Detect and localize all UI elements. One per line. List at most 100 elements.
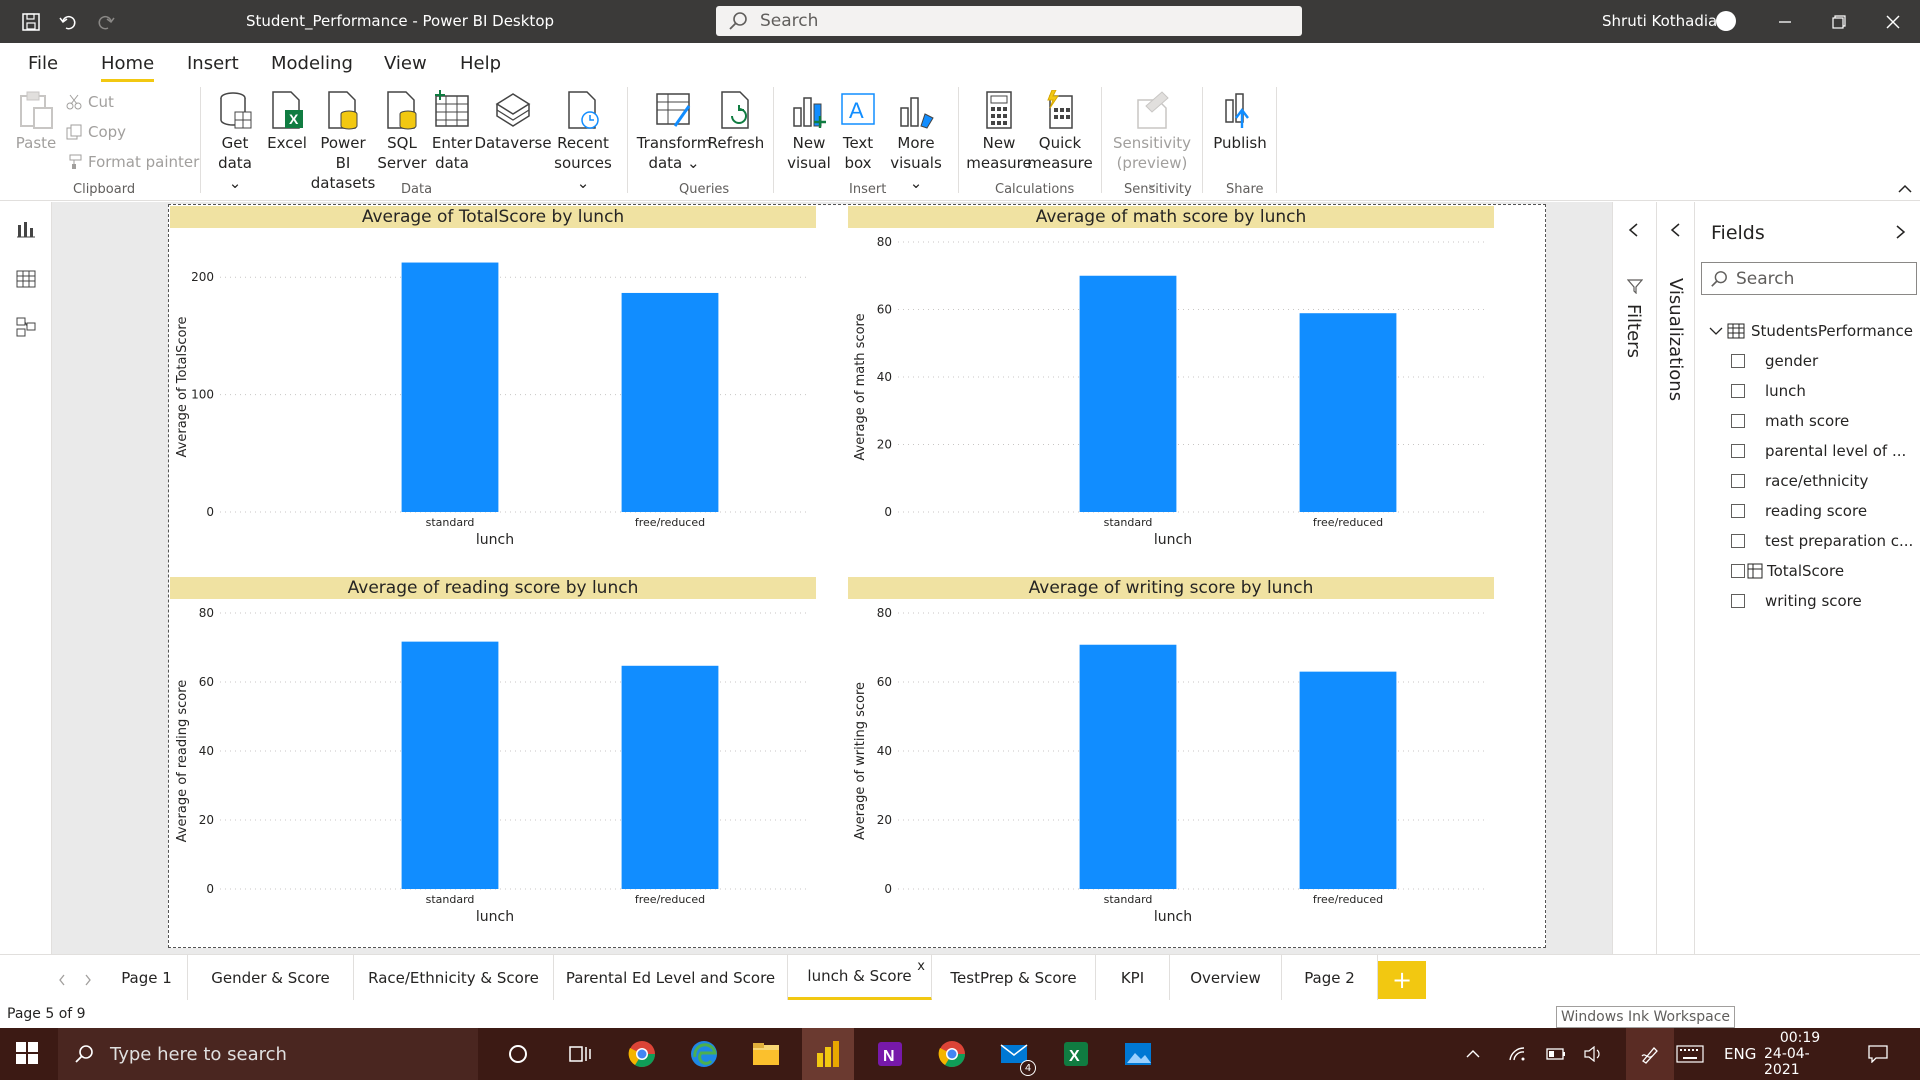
collapse-filters-icon[interactable] — [1627, 222, 1639, 242]
onenote-icon[interactable]: N — [874, 1038, 906, 1070]
field-lunch[interactable]: lunch — [1731, 382, 1806, 400]
field-checkbox[interactable] — [1731, 414, 1745, 428]
page-tab[interactable]: KPI — [1096, 955, 1170, 1001]
scroll-right-icon[interactable] — [84, 971, 92, 990]
volume-icon[interactable] — [1584, 1028, 1604, 1080]
page-tab[interactable]: Page 1 — [106, 955, 188, 1001]
menu-file[interactable]: File — [28, 53, 58, 74]
collapse-visualizations-icon[interactable] — [1669, 222, 1681, 242]
model-view-icon[interactable] — [13, 314, 39, 340]
page-tab[interactable]: TestPrep & Score — [932, 955, 1096, 1001]
field-checkbox[interactable] — [1731, 504, 1745, 518]
add-page-button[interactable]: + — [1378, 961, 1426, 999]
publish-button[interactable]: Publish — [1212, 89, 1268, 153]
chart-math-score-by-lunch[interactable]: Average of math score by lunch 0 20 40 60 80… — [848, 206, 1494, 568]
chart-totalscore-by-lunch[interactable]: Average of TotalScore by lunch 0 100 200 st… — [170, 206, 816, 568]
photos-icon[interactable] — [1122, 1038, 1154, 1070]
field-race-ethnicity[interactable]: race/ethnicity — [1731, 472, 1868, 490]
powerbi-taskbar-icon[interactable] — [802, 1028, 854, 1080]
menu-home[interactable]: Home — [101, 53, 155, 82]
save-icon[interactable] — [19, 10, 43, 34]
excel-button[interactable]: X Excel — [266, 89, 308, 153]
dataverse-button[interactable]: Dataverse — [474, 89, 552, 153]
refresh-button[interactable]: Refresh — [708, 89, 764, 153]
menu-help[interactable]: Help — [460, 53, 501, 74]
powerbi-datasets-button[interactable]: Power BI datasets — [311, 89, 375, 193]
field-parental-level[interactable]: parental level of ... — [1731, 442, 1906, 460]
battery-icon[interactable] — [1546, 1028, 1566, 1080]
close-tab-icon[interactable]: x — [917, 959, 925, 974]
field-test-preparation[interactable]: test preparation c... — [1731, 532, 1913, 550]
edge-icon[interactable] — [688, 1038, 720, 1070]
user-name[interactable]: Shruti Kothadia — [1602, 12, 1717, 30]
chrome-icon[interactable] — [936, 1038, 968, 1070]
task-view-icon[interactable] — [564, 1038, 596, 1070]
field-writing-score[interactable]: writing score — [1731, 592, 1862, 610]
field-checkbox[interactable] — [1731, 594, 1745, 608]
close-icon[interactable] — [1878, 8, 1908, 36]
redo-icon[interactable] — [94, 10, 118, 34]
field-totalscore[interactable]: TotalScore — [1731, 562, 1844, 580]
touch-keyboard-icon[interactable] — [1676, 1028, 1704, 1080]
chevron-down-icon[interactable] — [1709, 326, 1723, 336]
cut-button[interactable]: Cut — [66, 93, 114, 111]
restore-icon[interactable] — [1824, 8, 1854, 36]
field-checkbox[interactable] — [1731, 474, 1745, 488]
field-checkbox[interactable] — [1731, 354, 1745, 368]
page-tab[interactable]: Parental Ed Level and Score — [554, 955, 788, 1001]
field-math-score[interactable]: math score — [1731, 412, 1849, 430]
more-visuals-button[interactable]: More visuals ⌄ — [886, 89, 946, 193]
quick-measure-button[interactable]: Quick measure — [1027, 89, 1093, 173]
data-view-icon[interactable] — [13, 266, 39, 292]
title-search-box[interactable]: Search — [716, 6, 1302, 36]
sensitivity-button[interactable]: Sensitivity (preview) ⌄ — [1110, 89, 1194, 193]
visualizations-pane[interactable]: Visualizations — [1656, 202, 1694, 954]
new-measure-button[interactable]: New measure — [966, 89, 1032, 173]
notifications-icon[interactable] — [1868, 1028, 1888, 1080]
filters-label[interactable]: Filters — [1623, 304, 1644, 358]
taskbar-search[interactable]: Type here to search — [58, 1028, 478, 1080]
clock[interactable]: 00:19 24-04-2021 — [1764, 1028, 1836, 1080]
field-checkbox[interactable] — [1731, 444, 1745, 458]
show-hidden-icons[interactable] — [1466, 1028, 1480, 1080]
chrome-icon[interactable] — [626, 1038, 658, 1070]
sql-server-button[interactable]: SQL Server — [377, 89, 427, 173]
menu-modeling[interactable]: Modeling — [271, 53, 353, 74]
chart-reading-score-by-lunch[interactable]: Average of reading score by lunch 0 20 40 6… — [170, 577, 816, 947]
recent-sources-button[interactable]: Recent sources ⌄ — [552, 89, 614, 193]
cortana-icon[interactable] — [502, 1038, 534, 1070]
transform-data-button[interactable]: Transform data ⌄ — [637, 89, 711, 173]
file-explorer-icon[interactable] — [750, 1038, 782, 1070]
get-data-button[interactable]: Get data ⌄ — [210, 89, 260, 193]
new-visual-button[interactable]: New visual — [784, 89, 834, 173]
table-node[interactable]: StudentsPerformance — [1709, 322, 1913, 340]
format-painter-button[interactable]: Format painter — [66, 153, 199, 171]
fields-search-input[interactable]: Search — [1701, 262, 1917, 295]
field-gender[interactable]: gender — [1731, 352, 1818, 370]
collapse-ribbon-icon[interactable] — [1898, 179, 1912, 198]
menu-insert[interactable]: Insert — [187, 53, 239, 74]
undo-icon[interactable] — [56, 10, 80, 34]
avatar[interactable] — [1716, 11, 1736, 31]
scroll-left-icon[interactable] — [58, 971, 66, 990]
field-reading-score[interactable]: reading score — [1731, 502, 1867, 520]
page-tab[interactable]: Overview — [1170, 955, 1282, 1001]
wifi-icon[interactable] — [1508, 1028, 1526, 1080]
language-indicator[interactable]: ENG — [1724, 1028, 1756, 1080]
enter-data-button[interactable]: Enter data — [430, 89, 474, 173]
copy-button[interactable]: Copy — [66, 123, 126, 141]
visualizations-label[interactable]: Visualizations — [1665, 278, 1686, 401]
mail-icon[interactable]: 4 — [998, 1038, 1036, 1076]
field-checkbox[interactable] — [1731, 534, 1745, 548]
minimize-icon[interactable] — [1770, 8, 1800, 36]
report-view-icon[interactable] — [13, 216, 39, 242]
page-tab[interactable]: Race/Ethnicity & Score — [354, 955, 554, 1001]
paste-button[interactable]: Paste — [14, 89, 58, 153]
page-tab[interactable]: Gender & Score — [188, 955, 354, 1001]
chart-writing-score-by-lunch[interactable]: Average of writing score by lunch 0 20 40 6… — [848, 577, 1494, 947]
collapse-fields-icon[interactable] — [1895, 224, 1907, 244]
page-tab[interactable]: Page 2 — [1282, 955, 1378, 1001]
excel-taskbar-icon[interactable]: X — [1060, 1038, 1092, 1070]
menu-view[interactable]: View — [384, 53, 427, 74]
windows-start-icon[interactable] — [16, 1042, 38, 1068]
